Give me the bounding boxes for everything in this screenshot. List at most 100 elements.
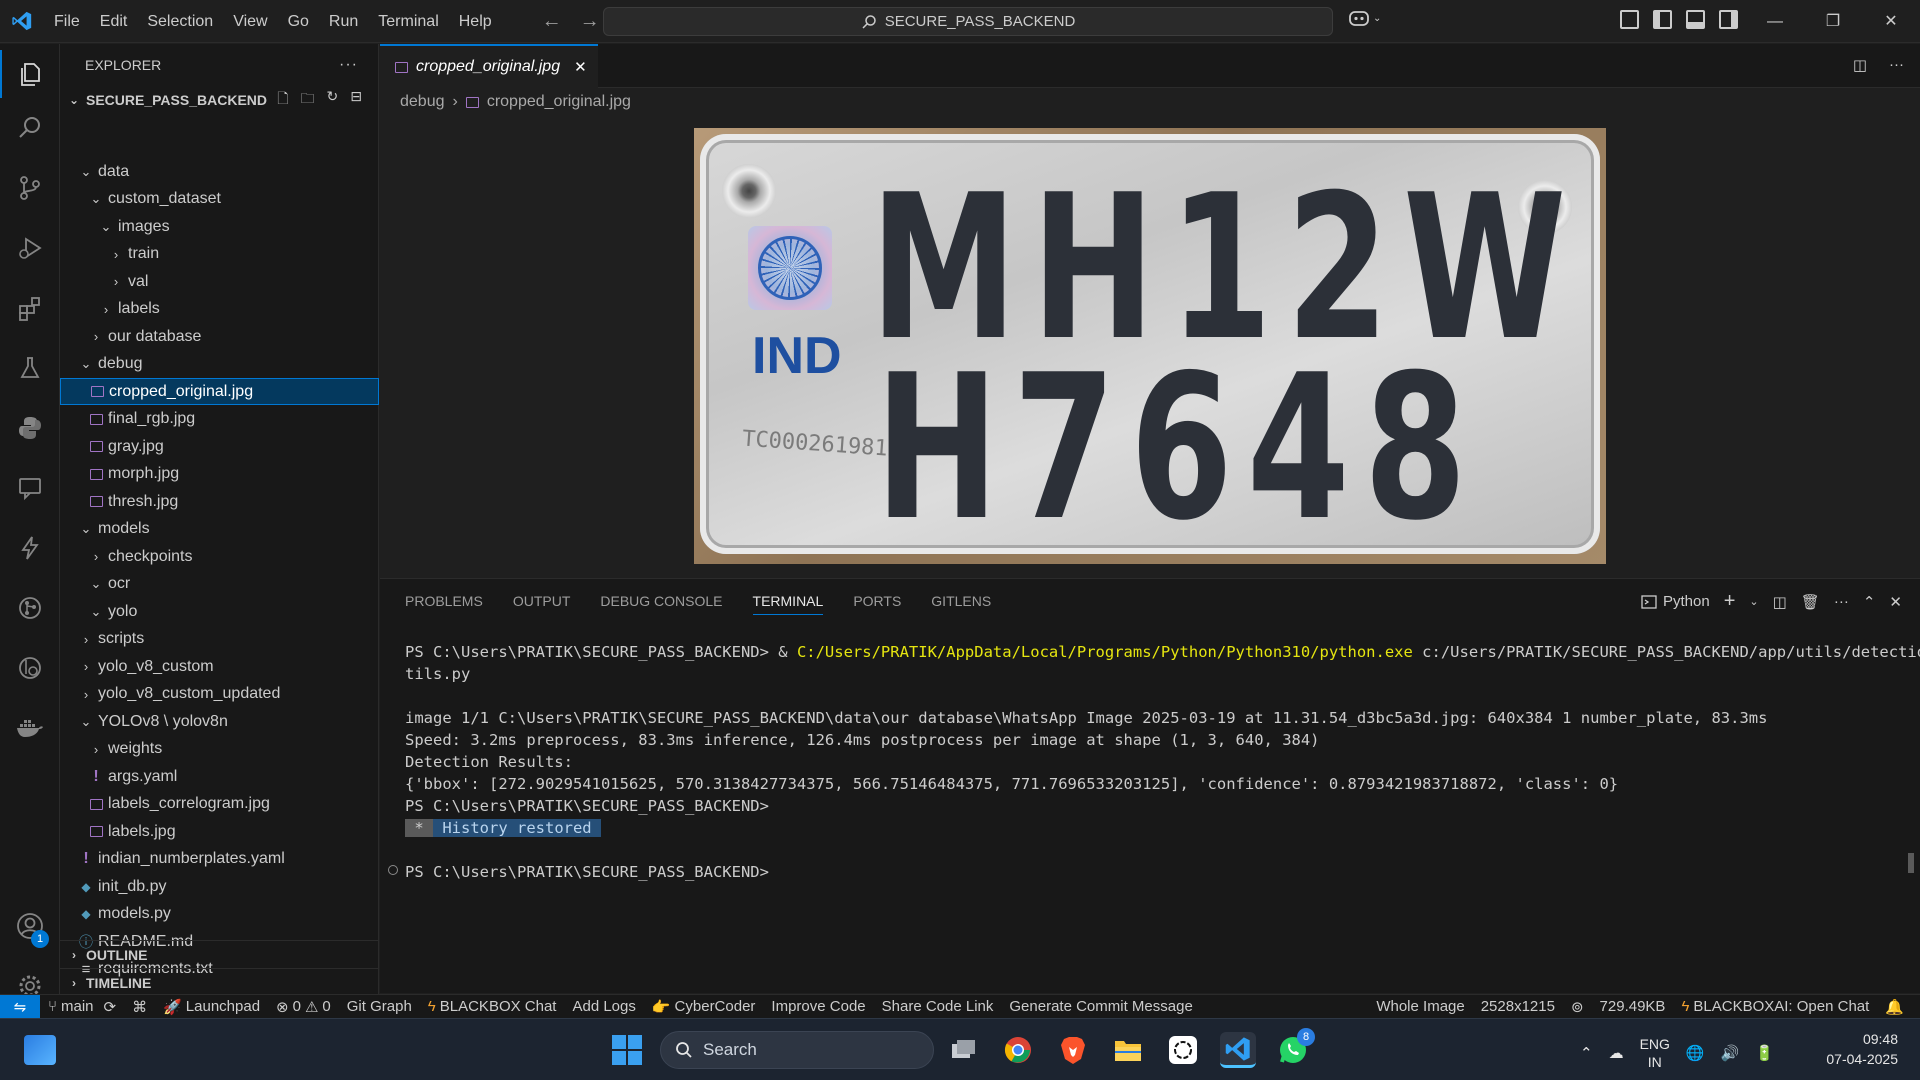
vscode-taskbar-icon[interactable] — [1220, 1032, 1256, 1068]
tree-item[interactable]: ⌄ images — [60, 213, 379, 240]
launchpad-button[interactable]: 🚀 Launchpad — [155, 998, 268, 1016]
terminal-shell-button[interactable]: Python — [1641, 593, 1710, 610]
menu-file[interactable]: File — [44, 0, 90, 43]
search-icon[interactable] — [0, 104, 60, 152]
command-center-search[interactable]: SECURE_PASS_BACKEND — [603, 7, 1333, 36]
onedrive-icon[interactable]: ☁ — [1609, 1044, 1624, 1062]
git-graph-button[interactable]: Git Graph — [339, 998, 420, 1015]
tree-item[interactable]: thresh.jpg — [60, 488, 379, 515]
brave-icon[interactable] — [1055, 1032, 1091, 1068]
tab-terminal[interactable]: TERMINAL — [752, 579, 823, 623]
volume-icon[interactable]: 🔊 — [1721, 1044, 1740, 1062]
tab-output[interactable]: OUTPUT — [513, 579, 571, 623]
improve-code-button[interactable]: Improve Code — [763, 998, 873, 1015]
tree-item[interactable]: ◆ models.py — [60, 901, 379, 928]
tree-item[interactable]: › train — [60, 241, 379, 268]
tab-cropped-original[interactable]: cropped_original.jpg ✕ — [380, 44, 598, 88]
git-graph-icon[interactable] — [0, 584, 60, 632]
toggle-primary-sidebar-icon[interactable] — [1653, 10, 1672, 29]
outline-section[interactable]: › OUTLINE — [60, 940, 379, 968]
chevron-down-icon[interactable]: ⌄ — [1749, 595, 1758, 608]
tree-item[interactable]: labels.jpg — [60, 818, 379, 845]
menu-terminal[interactable]: Terminal — [368, 0, 448, 43]
source-control-icon[interactable] — [0, 164, 60, 212]
customize-layout-icon[interactable] — [1620, 10, 1639, 29]
restore-icon[interactable]: ❐ — [1804, 0, 1862, 43]
tree-item[interactable]: ⌄ models — [60, 516, 379, 543]
lightning-icon[interactable] — [0, 524, 60, 572]
close-icon[interactable]: ✕ — [1862, 0, 1920, 43]
tree-item[interactable]: ⌄ debug — [60, 351, 379, 378]
toggle-panel-icon[interactable] — [1686, 10, 1705, 29]
notifications-bell-icon[interactable]: 🔔 — [1877, 998, 1920, 1016]
command-decoration-icon[interactable] — [388, 865, 398, 875]
problems-indicator[interactable]: ⊗ 0 ⚠ 0 — [268, 998, 339, 1016]
blackbox-chat-button[interactable]: ϟ BLACKBOX Chat — [420, 998, 565, 1015]
tree-item[interactable]: › labels — [60, 296, 379, 323]
back-arrow-icon[interactable]: ← — [542, 10, 562, 33]
more-actions-icon[interactable]: ··· — [1834, 593, 1849, 610]
chatgpt-icon[interactable] — [1165, 1032, 1201, 1068]
task-view-icon[interactable] — [946, 1032, 982, 1068]
clock[interactable]: 09:48 07-04-2025 — [1826, 1029, 1898, 1069]
new-folder-icon[interactable]: 🗀 — [301, 88, 315, 112]
tab-ports[interactable]: PORTS — [853, 579, 901, 623]
chrome-icon[interactable] — [1000, 1032, 1036, 1068]
gitlens-icon[interactable] — [0, 644, 60, 692]
new-terminal-icon[interactable]: + — [1724, 590, 1736, 613]
menu-selection[interactable]: Selection — [137, 0, 223, 43]
workspace-root[interactable]: ⌄ SECURE_PASS_BACKEND 🗋 🗀 ↻ ⊟ — [60, 86, 378, 114]
tree-item[interactable]: ◆ init_db.py — [60, 873, 379, 900]
language-indicator[interactable]: ENG IN — [1640, 1035, 1670, 1071]
branch-indicator[interactable]: ⑂ main ⟳ — [40, 998, 124, 1016]
trash-icon[interactable]: 🗑 — [1801, 593, 1820, 611]
breadcrumb-file[interactable]: cropped_original.jpg — [487, 93, 631, 111]
more-actions-icon[interactable]: ··· — [1889, 56, 1904, 74]
cybercoder-button[interactable]: 👉 CyberCoder — [644, 998, 764, 1016]
start-button-icon[interactable] — [612, 1035, 642, 1065]
tree-item[interactable]: ⌄ YOLOv8 \ yolov8n — [60, 708, 379, 735]
terminal-output[interactable]: PS C:\Users\PRATIK\SECURE_PASS_BACKEND> … — [405, 641, 1920, 883]
generate-commit-button[interactable]: Generate Commit Message — [1001, 998, 1200, 1015]
tab-problems[interactable]: PROBLEMS — [405, 579, 483, 623]
docker-icon[interactable] — [0, 704, 60, 752]
collapse-all-icon[interactable]: ⊟ — [350, 88, 362, 112]
tree-item[interactable]: ! args.yaml — [60, 763, 379, 790]
tree-item[interactable]: cropped_original.jpg — [60, 378, 379, 405]
tree-item[interactable]: › checkpoints — [60, 543, 379, 570]
tree-item[interactable]: morph.jpg — [60, 461, 379, 488]
run-debug-icon[interactable] — [0, 224, 60, 272]
menu-view[interactable]: View — [223, 0, 277, 43]
tree-item[interactable]: › weights — [60, 736, 379, 763]
taskbar-search[interactable]: Search — [660, 1031, 934, 1069]
breadcrumb-folder[interactable]: debug — [400, 93, 445, 111]
refresh-icon[interactable]: ↻ — [327, 88, 339, 112]
toggle-secondary-sidebar-icon[interactable] — [1719, 10, 1738, 29]
tree-item[interactable]: › yolo_v8_custom_updated — [60, 681, 379, 708]
chevron-up-icon[interactable]: ⌃ — [1580, 1044, 1593, 1062]
testing-icon[interactable] — [0, 344, 60, 392]
split-terminal-icon[interactable]: ◫ — [1773, 593, 1787, 611]
remote-explorer-icon[interactable] — [0, 464, 60, 512]
tree-item[interactable]: ! indian_numberplates.yaml — [60, 846, 379, 873]
tree-item[interactable]: labels_correlogram.jpg — [60, 791, 379, 818]
accounts-icon[interactable]: 1 — [0, 902, 60, 950]
timeline-section[interactable]: › TIMELINE — [60, 968, 379, 996]
copilot-button[interactable]: ⌄ — [1348, 9, 1381, 27]
tree-item[interactable]: gray.jpg — [60, 433, 379, 460]
tree-item[interactable]: ⌄ ocr — [60, 571, 379, 598]
network-globe-icon[interactable]: 🌐 — [1686, 1044, 1705, 1062]
widgets-icon[interactable] — [24, 1035, 56, 1065]
forward-arrow-icon[interactable]: → — [580, 10, 600, 33]
whatsapp-icon[interactable]: 8 — [1275, 1028, 1315, 1068]
tree-item[interactable]: final_rgb.jpg — [60, 406, 379, 433]
add-logs-button[interactable]: Add Logs — [564, 998, 643, 1015]
close-panel-icon[interactable]: ✕ — [1889, 593, 1902, 611]
split-editor-icon[interactable]: ◫ — [1853, 56, 1867, 74]
menu-edit[interactable]: Edit — [90, 0, 138, 43]
menu-help[interactable]: Help — [449, 0, 502, 43]
tree-item[interactable]: › yolo_v8_custom — [60, 653, 379, 680]
tree-item[interactable]: › val — [60, 268, 379, 295]
blackboxai-open-chat[interactable]: ϟ BLACKBOXAI: Open Chat — [1673, 998, 1877, 1015]
copilot-status-icon[interactable]: ⊚ — [1563, 998, 1592, 1016]
